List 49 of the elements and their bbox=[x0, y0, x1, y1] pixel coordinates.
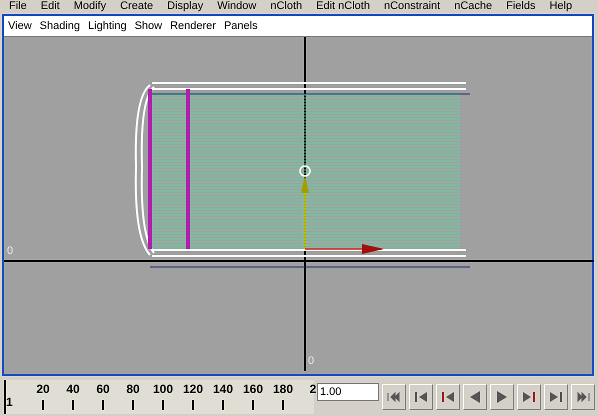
tick-label: 120 bbox=[182, 382, 204, 396]
go-end-icon bbox=[575, 389, 591, 405]
menu-item[interactable]: Edit nCloth bbox=[309, 0, 377, 12]
panel-menu-item[interactable]: Renderer bbox=[166, 20, 220, 32]
step-back-key-icon bbox=[413, 389, 429, 405]
tick-label: 40 bbox=[66, 382, 80, 396]
axis-label: 0 bbox=[7, 245, 14, 257]
step-forward-icon bbox=[521, 389, 537, 405]
menu-item[interactable]: Help bbox=[542, 0, 580, 12]
current-time-marker[interactable] bbox=[4, 380, 6, 414]
step-forward-key-icon bbox=[548, 389, 564, 405]
tick-label: 100 bbox=[152, 382, 174, 396]
tick-label: 2 bbox=[310, 382, 316, 396]
menu-item[interactable]: nConstraint bbox=[376, 0, 448, 12]
go-start-button[interactable] bbox=[382, 384, 406, 410]
tick-label: 80 bbox=[126, 382, 140, 396]
step-back-button[interactable] bbox=[436, 384, 460, 410]
play-back-button[interactable] bbox=[463, 384, 487, 410]
axis-label: 0 bbox=[308, 355, 314, 367]
move-manipulator-icon[interactable] bbox=[299, 165, 384, 254]
menu-item[interactable]: Display bbox=[160, 0, 210, 12]
panel-menu-item[interactable]: Shading bbox=[36, 20, 84, 32]
menu-item[interactable]: Modify bbox=[66, 0, 114, 12]
menu-item[interactable]: nCache bbox=[447, 0, 500, 12]
menu-item[interactable]: nCloth bbox=[263, 0, 310, 12]
menu-item[interactable]: Fields bbox=[499, 0, 542, 12]
tick-label: 140 bbox=[212, 382, 234, 396]
menu-item[interactable]: Window bbox=[210, 0, 264, 12]
frame-field[interactable]: 1.00 bbox=[317, 383, 379, 401]
time-slider[interactable]: 1 20 40 60 80 100 120 140 160 180 2 bbox=[4, 380, 314, 414]
tick-label: 180 bbox=[272, 382, 294, 396]
step-back-key-button[interactable] bbox=[409, 384, 433, 410]
panel-menu-item[interactable]: Show bbox=[130, 20, 166, 32]
current-frame: 1 bbox=[6, 395, 13, 409]
menu-item[interactable]: File bbox=[2, 0, 34, 12]
panel-menu-item[interactable]: Panels bbox=[220, 20, 262, 32]
tick-label: 20 bbox=[36, 382, 50, 396]
panel-menu-item[interactable]: View bbox=[4, 20, 36, 32]
menu-item[interactable]: Create bbox=[113, 0, 160, 12]
step-forward-button[interactable] bbox=[517, 384, 541, 410]
panel-menu-item[interactable]: Lighting bbox=[84, 20, 131, 32]
go-start-icon bbox=[386, 389, 402, 405]
step-back-icon bbox=[440, 389, 456, 405]
tick-label: 60 bbox=[96, 382, 110, 396]
tick-label: 160 bbox=[242, 382, 264, 396]
play-forward-button[interactable] bbox=[490, 384, 514, 410]
go-end-button[interactable] bbox=[571, 384, 595, 410]
menu-item[interactable]: Edit bbox=[34, 0, 67, 12]
step-forward-key-button[interactable] bbox=[544, 384, 568, 410]
